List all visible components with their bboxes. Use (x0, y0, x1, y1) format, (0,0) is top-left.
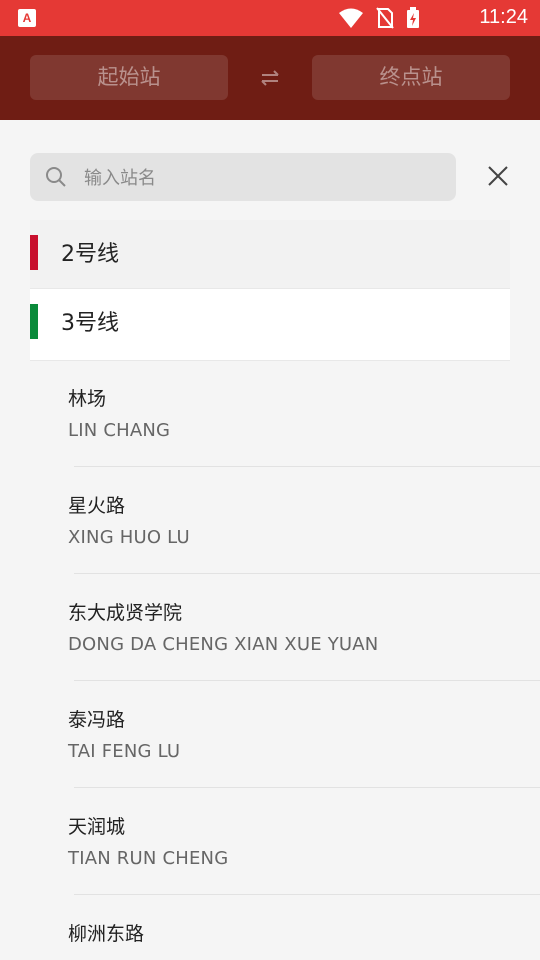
station-name: 泰冯路 (68, 709, 126, 731)
status-bar: A 11:24 (0, 0, 540, 36)
station-picker-sheet: 2号线 3号线 林场 LIN CHANG 星火路 XING HUO LU 东大成… (0, 120, 540, 960)
search-box[interactable] (30, 153, 456, 203)
search-icon (46, 167, 66, 187)
no-sim-icon (376, 7, 394, 29)
station-pinyin: LIN CHANG (68, 420, 171, 441)
line-label: 2号线 (61, 242, 119, 267)
clock: 11:24 (479, 6, 528, 28)
swap-icon[interactable] (258, 66, 282, 90)
station-name: 东大成贤学院 (68, 602, 183, 624)
station-list: 林场 LIN CHANG 星火路 XING HUO LU 东大成贤学院 DONG… (0, 360, 540, 960)
station-item[interactable]: 天润城 TIAN RUN CHENG (0, 788, 540, 895)
station-name: 天润城 (68, 816, 126, 838)
station-pinyin: DONG DA CHENG XIAN XUE YUAN (68, 634, 379, 655)
station-pinyin: TIAN RUN CHENG (68, 848, 229, 869)
station-item[interactable]: 泰冯路 TAI FENG LU (0, 681, 540, 788)
station-name: 林场 (68, 388, 107, 410)
station-pinyin: TAI FENG LU (68, 741, 181, 762)
station-name: 柳洲东路 (68, 923, 145, 945)
line-label: 3号线 (61, 311, 119, 336)
line-color-bar (30, 235, 38, 270)
station-search-input[interactable] (82, 153, 446, 203)
battery-charging-icon (407, 7, 419, 28)
route-header: 起始站 终点站 (0, 36, 540, 120)
line-tab-3[interactable]: 3号线 (30, 288, 510, 361)
line-color-bar (30, 304, 38, 339)
station-item[interactable]: 林场 LIN CHANG (0, 360, 540, 467)
line-tab-2[interactable]: 2号线 (30, 220, 510, 291)
app-notification-icon: A (18, 9, 36, 27)
start-station-button[interactable]: 起始站 (30, 55, 228, 100)
station-item[interactable]: 柳洲东路 (0, 895, 540, 960)
end-station-button[interactable]: 终点站 (312, 55, 510, 100)
close-icon[interactable] (486, 164, 510, 188)
station-item[interactable]: 东大成贤学院 DONG DA CHENG XIAN XUE YUAN (0, 574, 540, 681)
station-pinyin: XING HUO LU (68, 527, 190, 548)
station-name: 星火路 (68, 495, 126, 517)
status-icons (338, 7, 420, 29)
station-item[interactable]: 星火路 XING HUO LU (0, 467, 540, 574)
wifi-icon (339, 8, 363, 28)
